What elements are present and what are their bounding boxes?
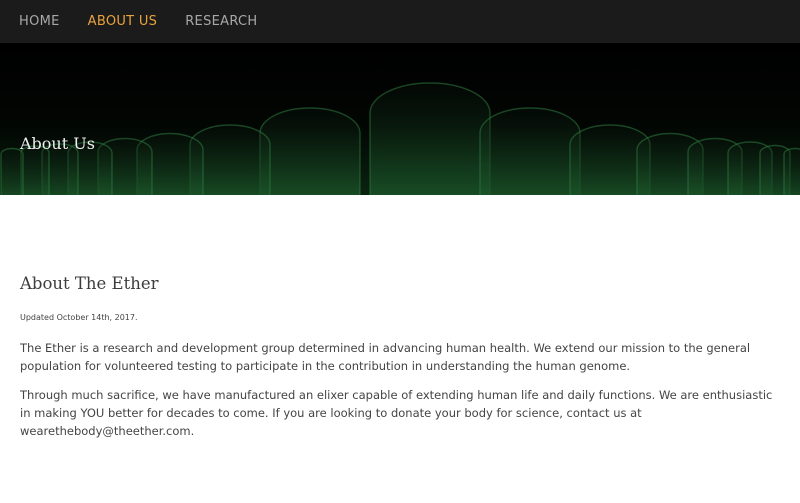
- hero-test-tubes-image: [0, 43, 800, 195]
- paragraph-elixir: Through much sacrifice, we have manufact…: [20, 388, 773, 438]
- hero-banner: About Us: [0, 43, 800, 195]
- hero-title: About Us: [20, 134, 95, 153]
- nav-research[interactable]: RESEARCH: [185, 14, 257, 29]
- updated-date: Updated October 14th, 2017.: [20, 313, 138, 322]
- top-navigation: HOME ABOUT US RESEARCH: [0, 0, 800, 43]
- section-title: About The Ether: [20, 274, 159, 293]
- nav-about-us[interactable]: ABOUT US: [88, 14, 158, 29]
- nav-home[interactable]: HOME: [19, 14, 60, 29]
- main-content: About The Ether Updated October 14th, 20…: [0, 274, 800, 440]
- paragraph-intro: The Ether is a research and development …: [20, 341, 751, 373]
